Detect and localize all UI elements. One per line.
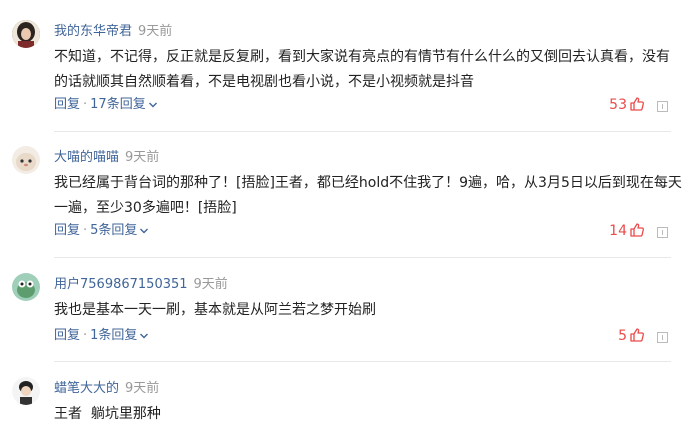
like-button[interactable]: 5 xyxy=(618,326,645,346)
separator: · xyxy=(83,223,88,238)
username[interactable]: 我的东华帝君 xyxy=(54,24,132,39)
comment-actions: 回复 · 5条回复 xyxy=(54,221,149,241)
comment-time: 9天前 xyxy=(125,381,160,396)
comment-text: 不知道，不记得，反正就是反复刷，看到大家说有亮点的有情节有什么什么的又倒回去认真… xyxy=(54,49,670,90)
chevron-down-icon xyxy=(140,228,149,233)
comment-actions: 回复 · 17条回复 xyxy=(54,95,158,115)
reply-button[interactable]: 回复 xyxy=(54,328,80,343)
username[interactable]: 用户7569867150351 xyxy=(54,277,188,292)
comment-meta: 用户7569867150351 9天前 xyxy=(54,273,228,293)
separator: · xyxy=(83,328,88,343)
report-icon[interactable] xyxy=(657,227,668,238)
like-count: 5 xyxy=(618,328,627,344)
divider xyxy=(54,361,671,362)
avatar[interactable] xyxy=(12,146,40,174)
replies-count: 17条回复 xyxy=(90,97,146,112)
username[interactable]: 大喵的喵喵 xyxy=(54,150,119,165)
chevron-down-icon xyxy=(140,333,149,338)
avatar[interactable] xyxy=(12,20,40,48)
avatar[interactable] xyxy=(12,377,40,405)
view-replies-button[interactable]: 5条回复 xyxy=(90,223,149,238)
comment-time: 9天前 xyxy=(193,277,228,292)
comment-meta: 蜡笔大大的 9天前 xyxy=(54,377,159,397)
separator: · xyxy=(83,97,88,112)
reply-button[interactable]: 回复 xyxy=(54,223,80,238)
comment-actions: 回复 · 1条回复 xyxy=(54,326,149,346)
like-count: 53 xyxy=(609,97,627,113)
username[interactable]: 蜡笔大大的 xyxy=(54,381,119,396)
comment-text: 我已经属于背台词的那种了！[捂脸]王者，都已经hold不住我了！9遍，哈，从3月… xyxy=(54,175,682,216)
report-icon[interactable] xyxy=(657,101,668,112)
comment-text: 王者 躺坑里那种 xyxy=(54,406,161,422)
avatar[interactable] xyxy=(12,273,40,301)
view-replies-button[interactable]: 17条回复 xyxy=(90,97,158,112)
comment-text: 我也是基本一天一刷，基本就是从阿兰若之梦开始刷 xyxy=(54,302,376,318)
thumbs-up-icon xyxy=(630,328,644,342)
view-replies-button[interactable]: 1条回复 xyxy=(90,328,149,343)
comment-meta: 我的东华帝君 9天前 xyxy=(54,20,172,40)
divider xyxy=(54,257,671,258)
reply-button[interactable]: 回复 xyxy=(54,97,80,112)
chevron-down-icon xyxy=(148,102,157,107)
comment-time: 9天前 xyxy=(138,24,173,39)
comment-time: 9天前 xyxy=(125,150,160,165)
comment-meta: 大喵的喵喵 9天前 xyxy=(54,146,159,166)
replies-count: 1条回复 xyxy=(90,328,138,343)
like-count: 14 xyxy=(609,223,627,239)
report-icon[interactable] xyxy=(657,332,668,343)
like-button[interactable]: 53 xyxy=(609,95,645,115)
thumbs-up-icon xyxy=(630,223,644,237)
replies-count: 5条回复 xyxy=(90,223,138,238)
thumbs-up-icon xyxy=(630,97,644,111)
like-button[interactable]: 14 xyxy=(609,221,645,241)
divider xyxy=(54,131,671,132)
